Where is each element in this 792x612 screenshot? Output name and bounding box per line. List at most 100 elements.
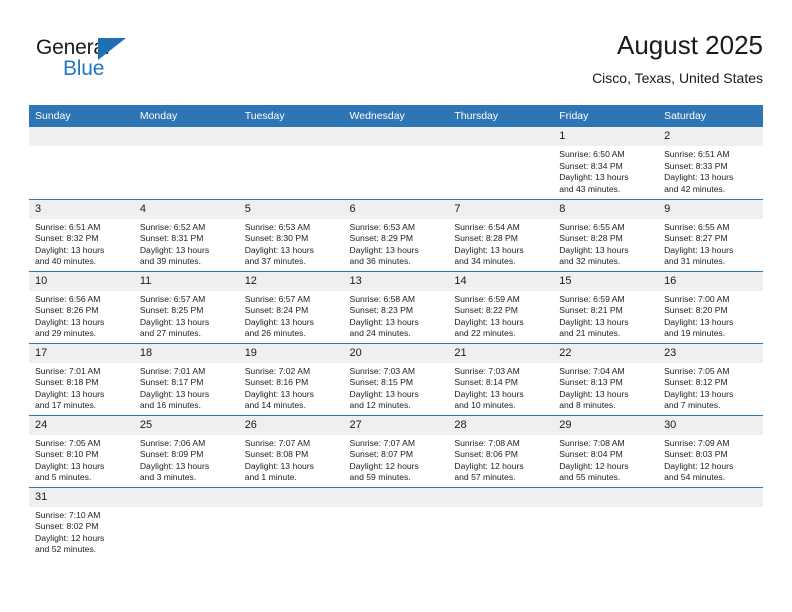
day-sun-info: Sunrise: 6:53 AM Sunset: 8:29 PM Daylight:… [344,219,449,268]
calendar-day-cell[interactable]: 19 Sunrise: 7:02 AM Sunset: 8:16 PM Dayligh… [238,342,344,415]
day-daylight-text: and 39 minutes. [139,256,201,267]
day-daylight-text: and 32 minutes. [559,256,621,267]
day-sunset-text: Sunset: 8:29 PM [349,233,414,244]
general-blue-logo[interactable]: General Blue [36,36,196,90]
calendar-day-cell[interactable]: 3 Sunrise: 6:51 AM Sunset: 8:32 PM Daylight… [29,198,134,271]
day-daylight-text: Daylight: 12 hours [349,460,419,471]
calendar-day-cell[interactable]: 12 Sunrise: 6:57 AM Sunset: 8:24 PM Dayligh… [238,270,344,343]
calendar-day-cell[interactable]: 5 Sunrise: 6:53 AM Sunset: 8:30 PM Daylight… [238,198,344,271]
day-sunset-text: Sunset: 8:06 PM [454,449,518,460]
day-sunrise-text: Sunrise: 7:05 AM [664,365,730,376]
day-number: 31 [29,487,134,507]
calendar-day-cell[interactable]: 13 Sunrise: 6:58 AM Sunset: 8:23 PM Dayligh… [343,270,449,343]
day-sunset-text: Sunset: 8:30 PM [244,233,309,244]
calendar-day-cell[interactable]: 21 Sunrise: 7:03 AM Sunset: 8:14 PM Dayligh… [448,342,554,415]
day-sun-info: Sunrise: 6:59 AM Sunset: 8:22 PM Daylight:… [448,291,553,340]
day-sunset-text: Sunset: 8:15 PM [349,377,414,388]
day-daylight-text: and 59 minutes. [349,472,411,483]
calendar-day-cell[interactable]: 31 Sunrise: 7:10 AM Sunset: 8:02 PM Dayligh… [29,486,134,559]
calendar-day-cell[interactable]: 18 Sunrise: 7:01 AM Sunset: 8:17 PM Dayligh… [133,342,239,415]
weekday-header-wednesday: Wednesday [343,105,449,127]
day-number [238,487,344,507]
day-daylight-text: Daylight: 13 hours [244,460,314,471]
day-sunrise-text: Sunrise: 6:54 AM [454,221,520,232]
day-sunrise-text: Sunrise: 6:55 AM [664,221,730,232]
day-daylight-text: and 17 minutes. [35,400,97,411]
day-number [133,127,239,146]
day-sun-info: Sunrise: 7:10 AM Sunset: 8:02 PM Daylight:… [29,507,134,556]
calendar-day-cell[interactable]: 16 Sunrise: 7:00 AM Sunset: 8:20 PM Dayligh… [658,270,763,343]
day-daylight-text: and 12 minutes. [349,400,411,411]
day-daylight-text: Daylight: 13 hours [664,244,734,255]
day-number: 6 [343,199,449,219]
day-daylight-text: Daylight: 13 hours [244,244,314,255]
calendar-day-cell[interactable]: 30 Sunrise: 7:09 AM Sunset: 8:03 PM Dayligh… [658,414,763,487]
day-number [658,487,763,507]
day-number: 12 [238,271,344,291]
day-sun-info: Sunrise: 6:56 AM Sunset: 8:26 PM Daylight:… [29,291,134,340]
day-sun-info: Sunrise: 7:08 AM Sunset: 8:04 PM Daylight:… [553,435,658,484]
day-sunset-text: Sunset: 8:27 PM [664,233,728,244]
day-sunset-text: Sunset: 8:07 PM [349,449,414,460]
day-sunrise-text: Sunrise: 7:00 AM [664,293,730,304]
calendar-day-cell[interactable]: 1 Sunrise: 6:50 AM Sunset: 8:34 PM Daylight… [553,127,659,199]
day-sunrise-text: Sunrise: 6:51 AM [35,221,101,232]
day-number: 28 [448,415,554,435]
day-number: 23 [658,343,763,363]
calendar-day-cell[interactable]: 26 Sunrise: 7:07 AM Sunset: 8:08 PM Dayligh… [238,414,344,487]
day-sun-info: Sunrise: 6:50 AM Sunset: 8:34 PM Daylight:… [553,146,658,195]
day-sunrise-text: Sunrise: 6:53 AM [244,221,311,232]
day-sunrise-text: Sunrise: 7:01 AM [139,365,206,376]
day-sunrise-text: Sunrise: 6:57 AM [244,293,311,304]
day-number [133,487,239,507]
calendar-day-cell[interactable]: 7 Sunrise: 6:54 AM Sunset: 8:28 PM Daylight… [448,198,554,271]
calendar-day-cell[interactable]: 20 Sunrise: 7:03 AM Sunset: 8:15 PM Dayligh… [343,342,449,415]
calendar-day-cell[interactable]: 29 Sunrise: 7:08 AM Sunset: 8:04 PM Dayligh… [553,414,659,487]
calendar-day-cell[interactable]: 23 Sunrise: 7:05 AM Sunset: 8:12 PM Dayligh… [658,342,763,415]
day-number: 1 [553,127,659,146]
day-sunset-text: Sunset: 8:26 PM [35,305,99,316]
day-sunrise-text: Sunrise: 6:58 AM [349,293,415,304]
calendar-day-cell[interactable]: 10 Sunrise: 6:56 AM Sunset: 8:26 PM Dayligh… [29,270,134,343]
day-daylight-text: Daylight: 13 hours [454,244,524,255]
day-sunrise-text: Sunrise: 7:06 AM [139,437,206,448]
day-sun-info: Sunrise: 6:54 AM Sunset: 8:28 PM Daylight:… [448,219,553,268]
calendar-day-cell[interactable]: 9 Sunrise: 6:55 AM Sunset: 8:27 PM Daylight… [658,198,763,271]
calendar-day-cell[interactable]: 25 Sunrise: 7:06 AM Sunset: 8:09 PM Dayligh… [133,414,239,487]
calendar-day-cell[interactable]: 24 Sunrise: 7:05 AM Sunset: 8:10 PM Dayligh… [29,414,134,487]
calendar-week-row: 3 Sunrise: 6:51 AM Sunset: 8:32 PM Daylight… [29,198,763,271]
day-sunset-text: Sunset: 8:24 PM [244,305,309,316]
day-sunrise-text: Sunrise: 6:57 AM [139,293,206,304]
day-sun-info: Sunrise: 6:55 AM Sunset: 8:27 PM Daylight:… [658,219,763,268]
day-daylight-text: Daylight: 13 hours [35,316,105,327]
calendar-day-cell[interactable]: 27 Sunrise: 7:07 AM Sunset: 8:07 PM Dayligh… [343,414,449,487]
day-daylight-text: Daylight: 12 hours [559,460,629,471]
calendar-day-cell[interactable]: 14 Sunrise: 6:59 AM Sunset: 8:22 PM Dayligh… [448,270,554,343]
day-number: 9 [658,199,763,219]
calendar-day-cell[interactable]: 11 Sunrise: 6:57 AM Sunset: 8:25 PM Dayligh… [133,270,239,343]
day-number: 5 [238,199,344,219]
day-number: 2 [658,127,763,146]
day-number: 27 [343,415,449,435]
calendar-day-cell[interactable]: 6 Sunrise: 6:53 AM Sunset: 8:29 PM Daylight… [343,198,449,271]
calendar-day-cell[interactable]: 15 Sunrise: 6:59 AM Sunset: 8:21 PM Dayligh… [553,270,659,343]
calendar-cell-empty [133,486,239,559]
day-sunrise-text: Sunrise: 6:50 AM [559,149,625,159]
day-sun-info: Sunrise: 7:00 AM Sunset: 8:20 PM Daylight:… [658,291,763,340]
day-daylight-text: Daylight: 13 hours [559,244,629,255]
calendar-day-cell[interactable]: 28 Sunrise: 7:08 AM Sunset: 8:06 PM Dayligh… [448,414,554,487]
day-daylight-text: Daylight: 13 hours [35,460,105,471]
day-daylight-text: and 16 minutes. [139,400,201,411]
day-daylight-text: and 21 minutes. [559,328,621,339]
day-number: 11 [133,271,239,291]
day-sunset-text: Sunset: 8:13 PM [559,377,623,388]
day-daylight-text: and 19 minutes. [664,328,726,339]
calendar-day-cell[interactable]: 8 Sunrise: 6:55 AM Sunset: 8:28 PM Daylight… [553,198,659,271]
calendar-day-cell[interactable]: 17 Sunrise: 7:01 AM Sunset: 8:18 PM Dayligh… [29,342,134,415]
day-sunset-text: Sunset: 8:17 PM [139,377,204,388]
calendar-day-cell[interactable]: 22 Sunrise: 7:04 AM Sunset: 8:13 PM Dayligh… [553,342,659,415]
calendar-day-cell[interactable]: 2 Sunrise: 6:51 AM Sunset: 8:33 PM Daylight… [658,127,763,199]
day-daylight-text: and 36 minutes. [349,256,411,267]
day-number: 29 [553,415,659,435]
calendar-day-cell[interactable]: 4 Sunrise: 6:52 AM Sunset: 8:31 PM Daylight… [133,198,239,271]
